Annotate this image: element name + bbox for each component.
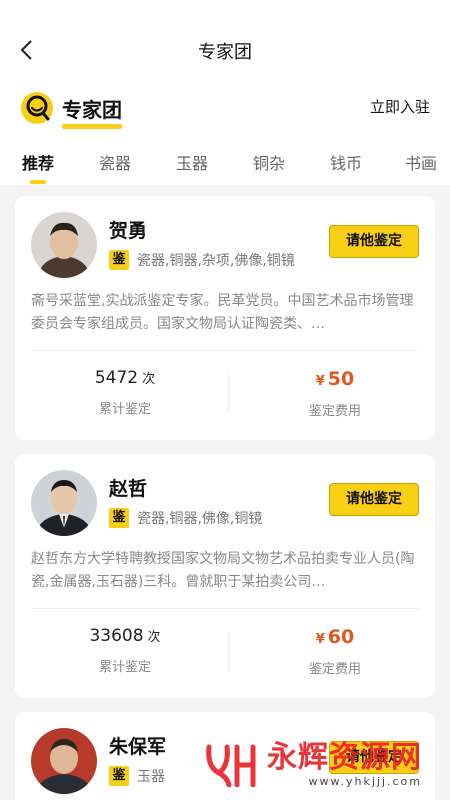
appraisal-count: 5472 次 累计鉴定 — [35, 368, 215, 417]
price-label: 鉴定费用 — [308, 404, 361, 419]
avatar — [31, 728, 97, 794]
expert-name: 贺勇 — [109, 220, 148, 242]
count-label: 累计鉴定 — [98, 660, 151, 675]
price-wrap: ¥60 — [245, 626, 425, 648]
count-unit: 次 — [142, 372, 156, 387]
price-value: 50 — [327, 368, 355, 390]
tab-porcelain[interactable]: 瓷器 — [99, 150, 131, 174]
smiley-search-icon — [21, 92, 53, 124]
expertise-categories: 瓷器,铜器,杂项,佛像,铜镜 — [137, 253, 295, 269]
count-value: 5472 — [94, 368, 139, 388]
tab-jade[interactable]: 玉器 — [176, 150, 208, 174]
nav-bar: 专家团 — [0, 28, 450, 72]
price-wrap: ¥50 — [245, 368, 425, 390]
expert-name: 朱保军 — [109, 736, 167, 758]
tab-coins[interactable]: 钱币 — [330, 150, 362, 174]
watermark-url: www.yhkjjj.com — [308, 775, 422, 788]
expert-card[interactable]: 贺勇 鉴 瓷器,铜器,杂项,佛像,铜镜 请他鉴定 斋号采蓝堂,实战派鉴定专家。民… — [15, 196, 435, 440]
avatar — [31, 212, 97, 278]
count-label: 累计鉴定 — [98, 402, 151, 417]
watermark-text: 永辉资源网 www.yhkjjj.com — [267, 740, 422, 789]
expertise-row: 鉴 瓷器,铜器,杂项,佛像,铜镜 — [109, 250, 295, 270]
appraise-badge: 鉴 — [109, 508, 129, 528]
appraisal-count: 33608 次 累计鉴定 — [35, 626, 215, 675]
expertise-row: 鉴 瓷器,铜器,佛像,铜镜 — [109, 508, 262, 528]
appraise-badge: 鉴 — [109, 250, 129, 270]
tab-recommended[interactable]: 推荐 — [22, 150, 54, 174]
expert-description: 赵哲东方大学特聘教授国家文物局文物艺术品拍卖专业人员(陶瓷,金属器,玉石器)三科… — [31, 551, 415, 590]
category-tabs: 推荐 瓷器 玉器 铜杂 钱币 书画 — [0, 146, 450, 186]
count-value-wrap: 33608 次 — [35, 626, 215, 646]
page-title: 专家团 — [198, 42, 252, 63]
avatar — [31, 470, 97, 536]
top-bar: 专家团 专家团 立即入驻 推荐 瓷器 玉器 铜杂 钱币 书画 — [0, 0, 450, 185]
count-unit: 次 — [147, 630, 161, 645]
stat-separator — [228, 374, 229, 414]
brand-header: 专家团 — [20, 88, 122, 129]
tab-indicator — [30, 180, 46, 184]
price-label: 鉴定费用 — [308, 662, 361, 677]
divider — [31, 608, 419, 609]
expert-card[interactable]: 赵哲 鉴 瓷器,铜器,佛像,铜镜 请他鉴定 赵哲东方大学特聘教授国家文物局文物艺… — [15, 454, 435, 698]
watermark: 永辉资源网 www.yhkjjj.com — [205, 741, 422, 788]
expert-description: 斋号采蓝堂,实战派鉴定专家。民革党员。中国艺术品市场管理委员会专家组成员。国家文… — [31, 293, 414, 332]
divider — [31, 350, 419, 351]
watermark-logo-icon — [206, 744, 256, 787]
price-symbol: ¥ — [315, 374, 325, 389]
brand-title: 专家团 — [62, 97, 122, 122]
request-appraisal-button[interactable]: 请他鉴定 — [329, 225, 419, 258]
expert-name: 赵哲 — [109, 478, 148, 500]
expertise-categories: 玉器 — [137, 769, 165, 785]
expertise-row: 鉴 玉器 — [109, 766, 165, 786]
join-button[interactable]: 立即入驻 — [370, 96, 430, 117]
price-symbol: ¥ — [315, 632, 325, 647]
appraisal-fee: ¥50 鉴定费用 — [245, 368, 425, 419]
tab-bronze[interactable]: 铜杂 — [253, 150, 285, 174]
tab-paintings[interactable]: 书画 — [405, 150, 437, 174]
appraisal-fee: ¥60 鉴定费用 — [245, 626, 425, 677]
watermark-title: 永辉资源网 — [267, 740, 422, 775]
request-appraisal-button[interactable]: 请他鉴定 — [329, 483, 419, 516]
expertise-categories: 瓷器,铜器,佛像,铜镜 — [137, 511, 263, 527]
brand-title-wrap: 专家团 — [62, 94, 122, 129]
count-value: 33608 — [89, 626, 144, 646]
price-value: 60 — [327, 626, 355, 648]
stat-separator — [228, 632, 229, 672]
count-value-wrap: 5472 次 — [35, 368, 215, 388]
appraise-badge: 鉴 — [109, 766, 129, 786]
brand-underline — [62, 123, 122, 129]
